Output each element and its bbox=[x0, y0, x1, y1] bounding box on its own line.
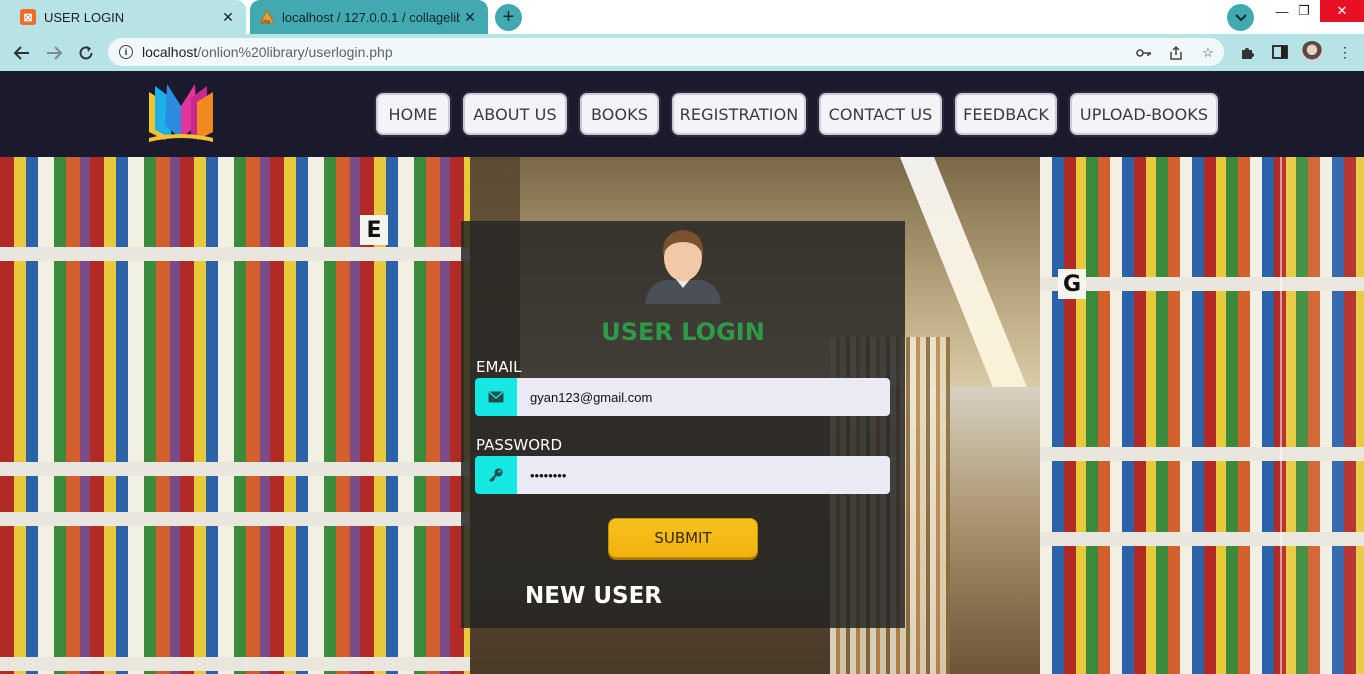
shelf-sign: E bbox=[360, 215, 388, 245]
bookmark-star-icon[interactable]: ☆ bbox=[1199, 44, 1217, 62]
url-host: localhost bbox=[142, 44, 198, 60]
phpmyadmin-icon: php bbox=[258, 9, 275, 25]
close-tab-icon[interactable]: ✕ bbox=[218, 7, 238, 27]
svg-text:php: php bbox=[262, 19, 271, 25]
new-user-link[interactable]: NEW USER bbox=[525, 583, 662, 609]
email-field[interactable] bbox=[517, 378, 890, 416]
bookshelf-edge bbox=[1280, 157, 1364, 674]
key-icon[interactable] bbox=[1135, 44, 1153, 62]
nav-books[interactable]: BOOKS bbox=[580, 93, 659, 135]
key-icon bbox=[475, 456, 517, 494]
share-icon[interactable] bbox=[1167, 44, 1185, 62]
tab-phpmyadmin[interactable]: php localhost / 127.0.0.1 / collagelibra… bbox=[250, 0, 488, 34]
restore-icon[interactable]: ❐ bbox=[1284, 0, 1324, 22]
extensions-icon[interactable] bbox=[1238, 42, 1258, 62]
nav-upload-books[interactable]: UPLOAD-BOOKS bbox=[1070, 93, 1218, 135]
tab-user-login[interactable]: ⊠ USER LOGIN ✕ bbox=[0, 0, 246, 34]
address-bar[interactable]: i localhost/onlion%20library/userlogin.p… bbox=[108, 38, 1224, 66]
envelope-icon bbox=[475, 378, 517, 416]
nav-about-us[interactable]: ABOUT US bbox=[463, 93, 567, 135]
login-title: USER LOGIN bbox=[601, 318, 765, 346]
password-field[interactable] bbox=[517, 456, 890, 494]
password-label: PASSWORD bbox=[476, 436, 563, 454]
back-icon[interactable] bbox=[9, 40, 35, 66]
bookshelf-left bbox=[0, 157, 470, 674]
close-window-icon[interactable]: ✕ bbox=[1320, 0, 1364, 22]
menu-kebab-icon[interactable]: ⋮ bbox=[1335, 42, 1355, 62]
new-tab-button[interactable]: + bbox=[495, 4, 522, 31]
profile-avatar[interactable] bbox=[1301, 41, 1323, 63]
email-label: EMAIL bbox=[476, 358, 522, 376]
nav-feedback[interactable]: FEEDBACK bbox=[955, 93, 1057, 135]
tab-title: localhost / 127.0.0.1 / collagelibrary bbox=[282, 9, 460, 25]
nav-registration[interactable]: REGISTRATION bbox=[672, 93, 806, 135]
nav-home[interactable]: HOME bbox=[376, 93, 450, 135]
browser-tab-bar: ⊠ USER LOGIN ✕ php localhost / 127.0.0.1… bbox=[0, 0, 1364, 34]
side-panel-icon[interactable] bbox=[1270, 42, 1290, 62]
library-logo-icon[interactable] bbox=[145, 82, 217, 144]
nav-contact-us[interactable]: CONTACT US bbox=[819, 93, 942, 135]
xampp-icon: ⊠ bbox=[20, 9, 36, 25]
shelf-sign: G bbox=[1058, 269, 1086, 299]
close-tab-icon[interactable]: ✕ bbox=[460, 7, 480, 27]
tab-title: USER LOGIN bbox=[44, 9, 125, 25]
reload-icon[interactable] bbox=[73, 40, 99, 66]
tab-search-icon[interactable] bbox=[1227, 4, 1254, 31]
user-avatar-icon bbox=[643, 228, 723, 304]
submit-button[interactable]: SUBMIT bbox=[608, 518, 758, 558]
site-info-icon[interactable]: i bbox=[119, 45, 133, 59]
forward-icon[interactable] bbox=[41, 40, 67, 66]
url-path: /onlion%20library/userlogin.php bbox=[197, 44, 393, 60]
main-nav: HOME ABOUT US BOOKS REGISTRATION CONTACT… bbox=[376, 93, 1231, 135]
